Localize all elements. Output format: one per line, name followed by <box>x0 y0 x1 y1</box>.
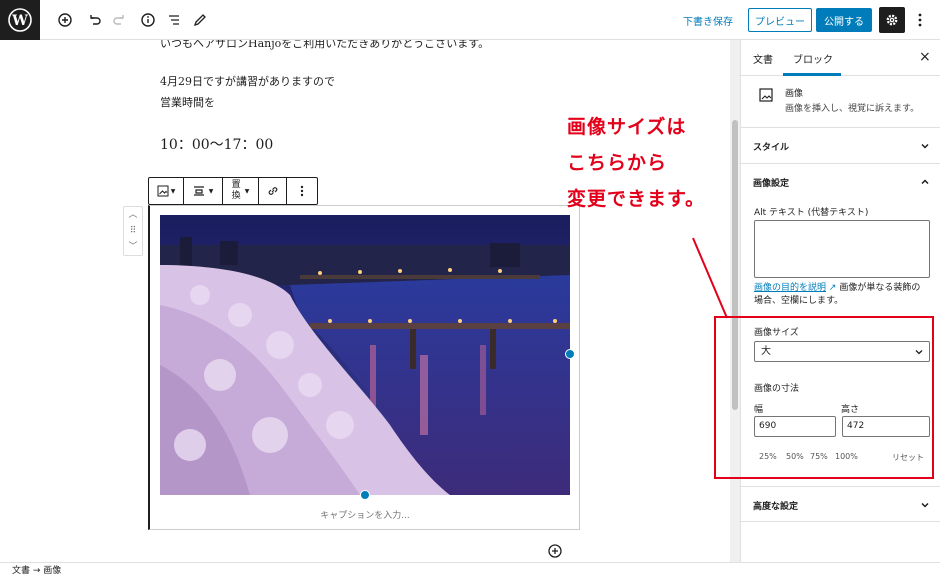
breadcrumb: 文書 → 画像 <box>0 562 940 580</box>
image-icon <box>157 185 169 197</box>
alt-help-rest-2: 場合、空欄にします。 <box>754 296 844 306</box>
settings-sidebar: 文書 ブロック × 画像 画像を挿入し、視覚に訴えます。 スタイル 画像設定 A… <box>740 40 940 562</box>
more-vertical-icon <box>300 185 304 197</box>
settings-button[interactable] <box>879 7 905 33</box>
block-card: 画像 画像を挿入し、視覚に訴えます。 <box>741 76 940 128</box>
wordpress-logo[interactable]: W <box>0 0 40 40</box>
paragraph-greeting[interactable]: いつもヘアサロンHanjoをご利用いただきありがとうございます。 <box>160 40 489 51</box>
wordpress-logo-icon: W <box>8 8 32 32</box>
advanced-panel-title: 高度な設定 <box>753 502 799 512</box>
paragraph-hours[interactable]: 10：00〜17：00 <box>160 134 273 154</box>
move-down-icon[interactable]: ﹀ <box>124 239 142 255</box>
block-card-title: 画像 <box>785 89 804 99</box>
resize-handle-bottom[interactable] <box>360 490 370 500</box>
info-icon[interactable] <box>136 8 160 32</box>
advanced-panel-toggle[interactable]: 高度な設定 <box>741 486 940 522</box>
close-icon[interactable]: × <box>919 49 931 65</box>
block-card-description: 画像を挿入し、視覚に訴えます。 <box>785 104 920 114</box>
link-button[interactable] <box>259 178 287 204</box>
resize-handle-right[interactable] <box>565 349 575 359</box>
image-icon <box>759 88 773 102</box>
save-draft-link[interactable]: 下書き保存 <box>683 13 733 28</box>
style-panel-title: スタイル <box>753 143 790 153</box>
replace-button[interactable]: 置 換 ▼ <box>223 178 259 204</box>
replace-label-2: 換 <box>231 191 241 201</box>
paragraph-hours-label[interactable]: 営業時間を <box>160 94 215 110</box>
align-button[interactable]: ▼ <box>184 178 223 204</box>
block-mover: ︿ ⠿ ﹀ <box>123 206 143 256</box>
alt-help-rest-1: 画像が単なる装飾の <box>839 283 921 293</box>
undo-icon[interactable] <box>82 8 106 32</box>
tab-document[interactable]: 文書 <box>753 51 773 66</box>
publish-button[interactable]: 公開する <box>816 8 872 32</box>
annotation-line-1: 画像サイズは <box>567 116 687 138</box>
chevron-up-icon <box>921 179 929 185</box>
editor-scrollbar[interactable] <box>730 40 740 562</box>
sidebar-tabs: 文書 ブロック × <box>741 40 940 76</box>
alt-help-text: 画像の目的を説明 ↗ 画像が単なる装飾の 場合、空欄にします。 <box>754 282 934 308</box>
chevron-down-icon: ▼ <box>170 187 176 195</box>
replace-label-1: 置 <box>231 180 241 190</box>
alt-text-label: Alt テキスト (代替テキスト) <box>754 208 869 218</box>
image-settings-panel-toggle[interactable]: 画像設定 <box>741 164 940 200</box>
align-center-icon <box>193 186 204 196</box>
block-more-options[interactable] <box>287 178 317 204</box>
block-image[interactable] <box>160 215 570 495</box>
editor-header: W 下書き保存 プレビュー 公開する <box>0 0 940 40</box>
night-cherry-blossom-image <box>160 215 570 495</box>
svg-text:W: W <box>11 13 28 29</box>
tab-block[interactable]: ブロック <box>793 51 833 66</box>
external-link-icon: ↗ <box>828 283 837 293</box>
redo-icon[interactable] <box>108 8 132 32</box>
annotation-line-2: こちらから <box>567 152 668 174</box>
block-toolbar: ▼ ▼ 置 換 ▼ <box>148 177 318 205</box>
style-panel-toggle[interactable]: スタイル <box>741 128 940 164</box>
annotation-line-3: 変更できます。 <box>567 188 706 210</box>
move-up-icon[interactable]: ︿ <box>124 207 142 223</box>
add-block-icon[interactable] <box>547 543 563 559</box>
block-type-switcher[interactable]: ▼ <box>149 178 184 204</box>
chevron-down-icon <box>921 143 929 149</box>
editor-canvas: いつもヘアサロンHanjoをご利用いただきありがとうございます。 4月29日です… <box>0 40 740 562</box>
preview-button[interactable]: プレビュー <box>748 8 812 32</box>
list-view-icon[interactable] <box>162 8 186 32</box>
settings-gear-icon <box>886 14 898 26</box>
more-options-icon[interactable] <box>912 8 928 32</box>
caption-input[interactable]: キャプションを入力... <box>160 508 570 521</box>
drag-handle-icon[interactable]: ⠿ <box>124 223 142 239</box>
link-icon <box>268 187 277 195</box>
image-settings-title: 画像設定 <box>753 179 790 189</box>
chevron-down-icon: ▼ <box>244 187 250 195</box>
chevron-down-icon <box>921 502 929 508</box>
chevron-down-icon: ▼ <box>208 187 214 195</box>
add-block-icon[interactable] <box>53 8 77 32</box>
replace-label: 置 換 <box>232 180 241 202</box>
paragraph-notice[interactable]: 4月29日ですが講習がありますので <box>160 73 335 89</box>
highlight-box <box>714 316 934 479</box>
edit-tool-icon[interactable] <box>188 8 212 32</box>
alt-text-input[interactable] <box>754 220 930 278</box>
describe-purpose-link[interactable]: 画像の目的を説明 <box>754 283 826 293</box>
